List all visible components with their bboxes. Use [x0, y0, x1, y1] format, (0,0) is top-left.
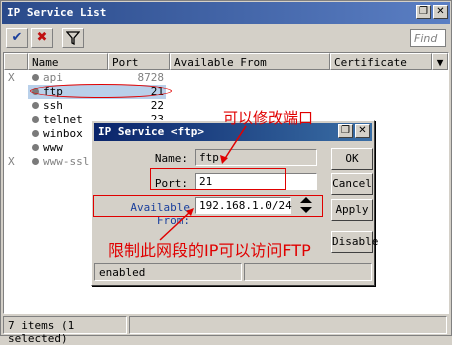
- service-port: 8728: [137, 71, 165, 84]
- dialog-status-panel: [244, 263, 372, 281]
- ip-annotation: 限制此网段的IP可以访问FTP: [108, 241, 311, 260]
- close-icon[interactable]: ✕: [355, 124, 370, 138]
- filter-icon[interactable]: [62, 28, 84, 48]
- dialog-status: enabled: [94, 263, 242, 281]
- certificate-column-header[interactable]: Certificate: [330, 53, 432, 70]
- service-name: api: [43, 71, 63, 84]
- available-from-column-header[interactable]: Available From: [170, 53, 330, 70]
- toolbar: ✔ ✖ Find: [2, 25, 450, 51]
- window-title: IP Service List: [7, 6, 107, 19]
- enable-check-icon[interactable]: ✔: [6, 28, 28, 48]
- service-status-icon: [32, 130, 39, 137]
- name-label: Name:: [154, 152, 188, 165]
- service-status-icon: [32, 116, 39, 123]
- name-field: ftp: [195, 149, 317, 166]
- restore-icon[interactable]: ❐: [338, 124, 353, 138]
- item-count-status: 7 items (1 selected): [3, 316, 127, 345]
- port-column-header[interactable]: Port: [108, 53, 170, 70]
- flag-column-header[interactable]: [4, 53, 28, 70]
- ok-button[interactable]: OK: [331, 148, 373, 170]
- service-name: www-ssl: [43, 155, 90, 168]
- service-status-icon: [32, 158, 39, 165]
- port-annotation: 可以修改端口: [223, 109, 314, 127]
- service-name: ssh: [43, 99, 63, 112]
- service-name: www: [43, 141, 63, 154]
- window-titlebar[interactable]: IP Service List ❐ ✕: [2, 2, 450, 24]
- service-status-icon: [32, 102, 39, 109]
- service-name: winbox: [43, 127, 83, 140]
- apply-button[interactable]: Apply: [331, 199, 373, 221]
- column-menu-icon[interactable]: ▼: [432, 53, 448, 70]
- status-bar: 7 items (1 selected): [3, 316, 449, 345]
- service-name: telnet: [43, 113, 83, 126]
- disabled-flag: X: [8, 155, 15, 168]
- disabled-flag: X: [8, 71, 15, 84]
- name-column-header[interactable]: Name: [28, 53, 108, 70]
- service-port: 22: [150, 99, 164, 112]
- disable-x-icon[interactable]: ✖: [31, 28, 53, 48]
- close-icon[interactable]: ✕: [433, 5, 448, 19]
- dialog-title: IP Service <ftp>: [98, 125, 204, 138]
- service-status-icon: [32, 144, 39, 151]
- restore-icon[interactable]: ❐: [416, 5, 431, 19]
- table-header: Name Port Available From Certificate ▼: [4, 53, 448, 70]
- table-row[interactable]: X api 8728: [4, 71, 448, 85]
- cancel-button[interactable]: Cancel: [331, 173, 373, 195]
- available-from-highlight-box: [93, 195, 323, 217]
- find-input[interactable]: Find: [410, 29, 446, 47]
- service-status-icon: [32, 74, 39, 81]
- disable-button[interactable]: Disable: [331, 231, 378, 253]
- status-panel: [129, 316, 447, 334]
- port-highlight-box: [150, 168, 286, 190]
- ftp-row-highlight: [30, 84, 172, 98]
